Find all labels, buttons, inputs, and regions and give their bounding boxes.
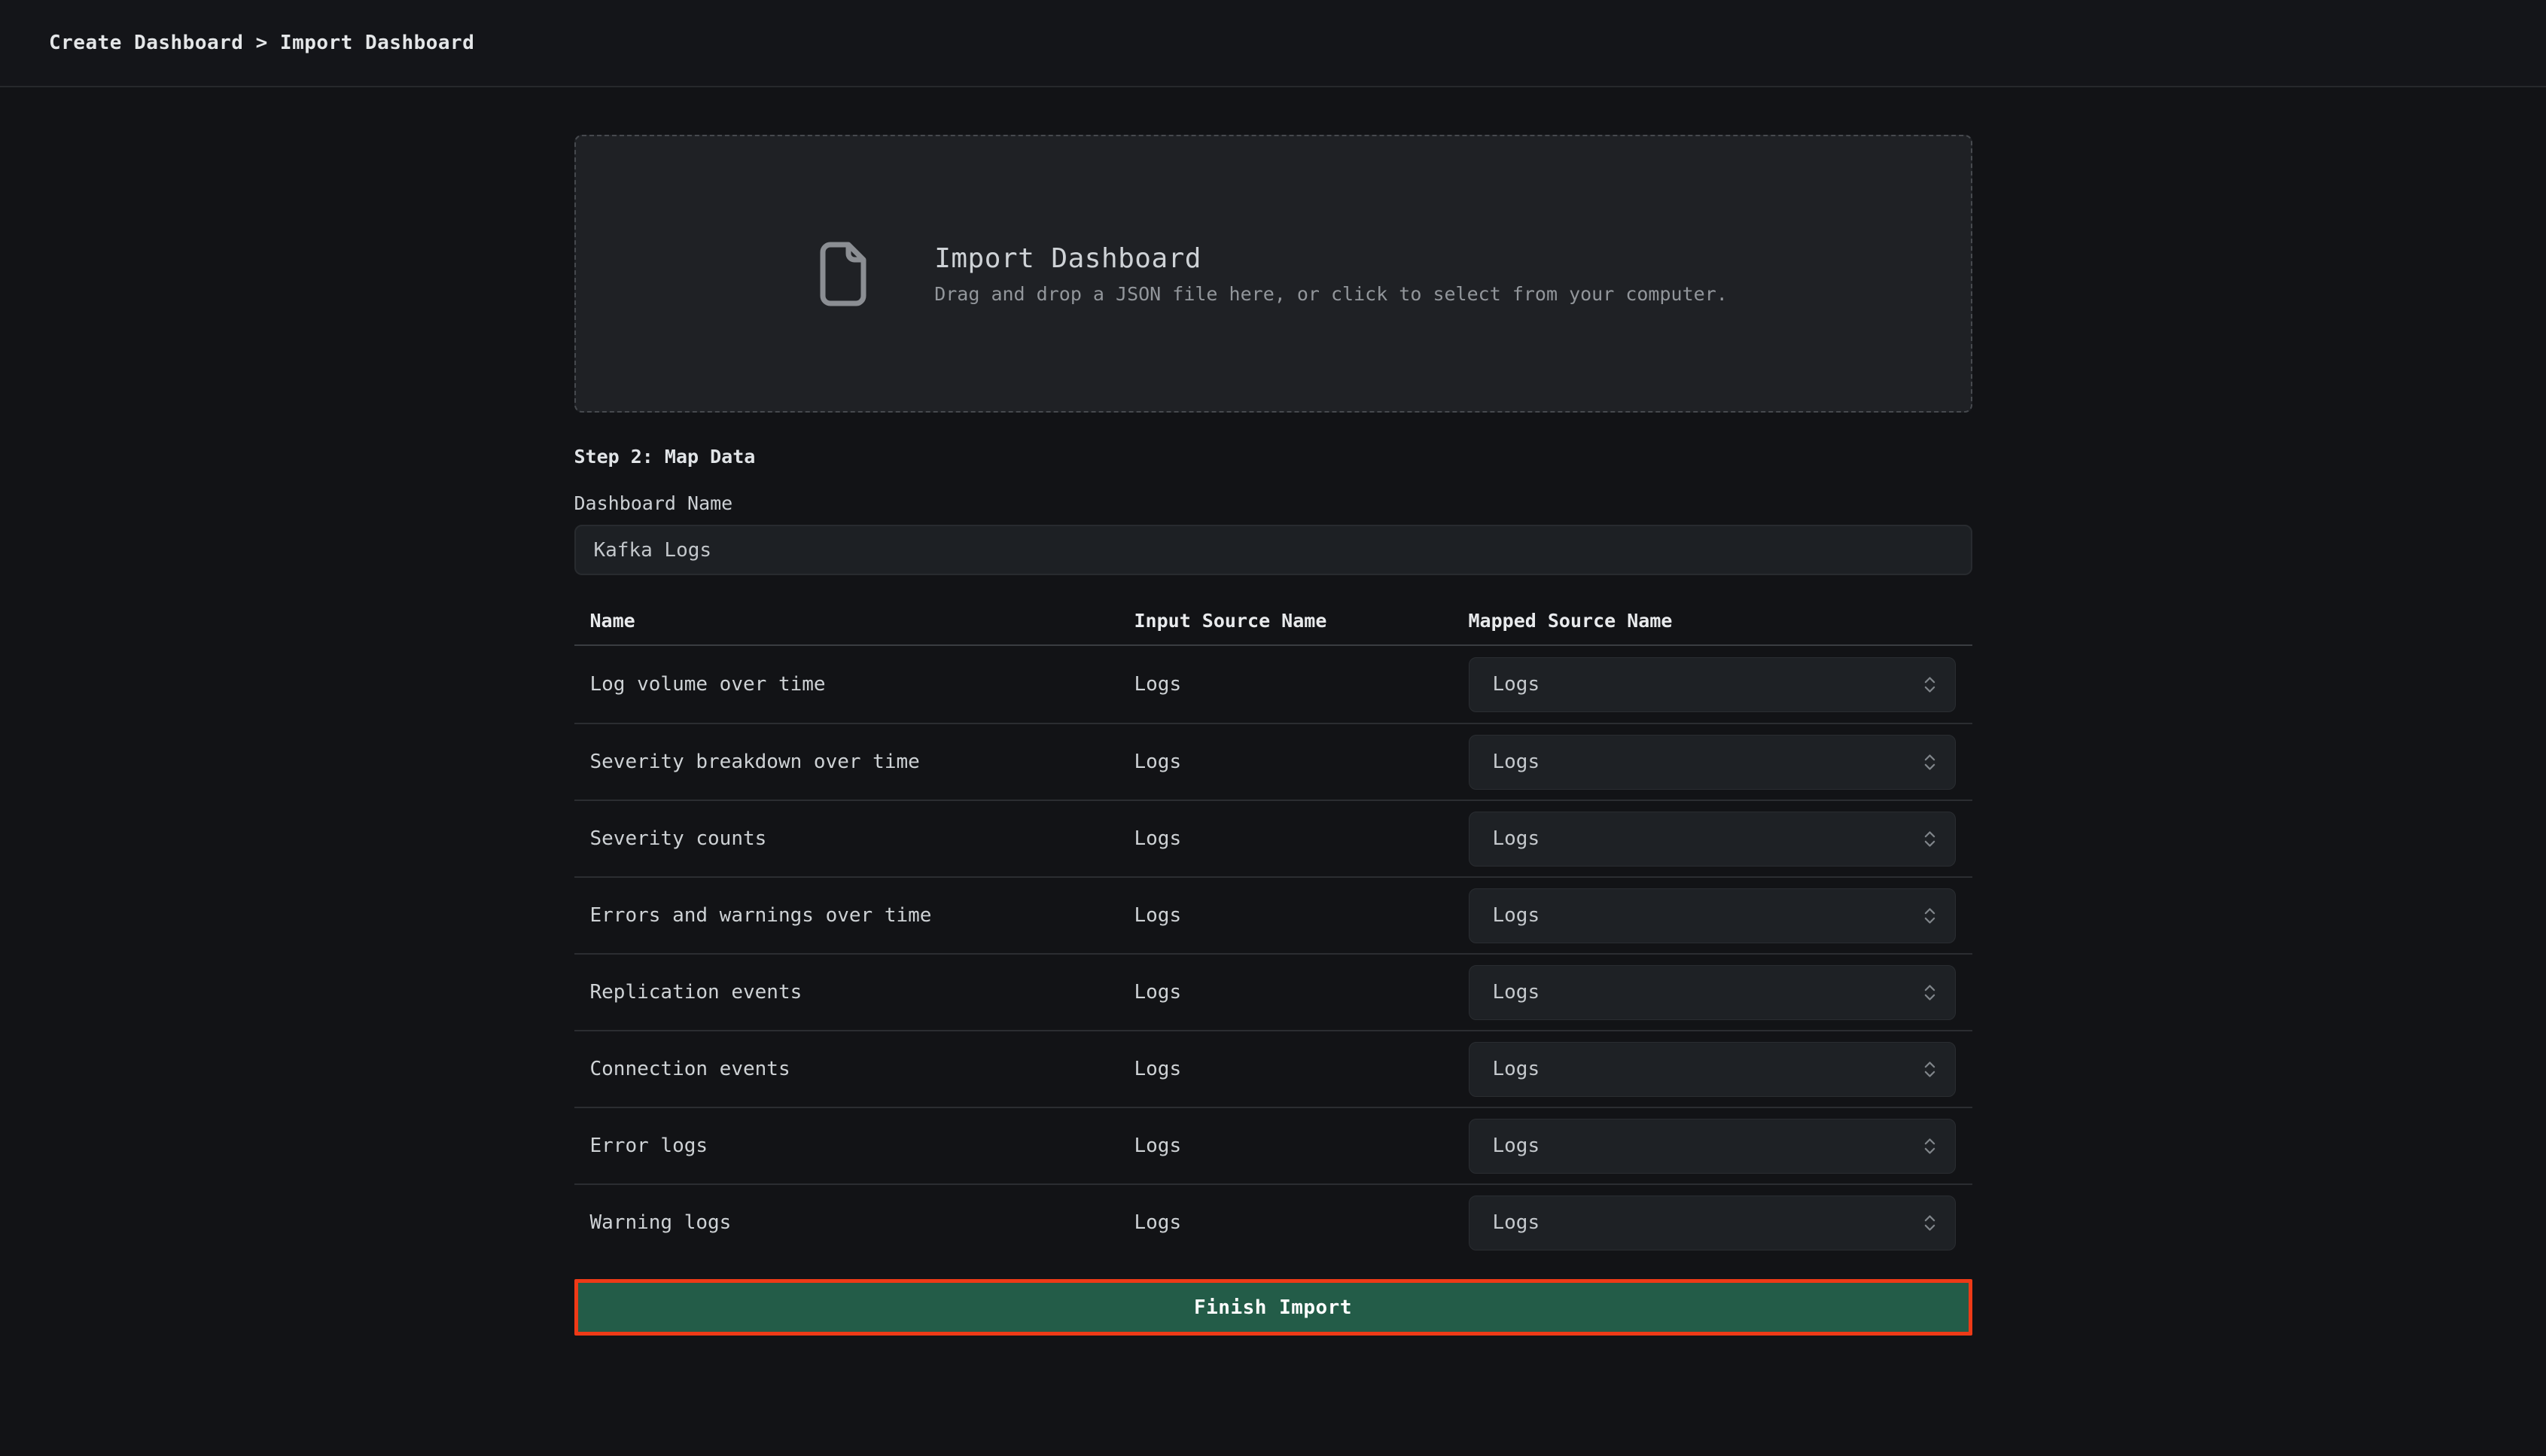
file-icon [818, 242, 868, 306]
row-name: Severity counts [574, 827, 1134, 850]
select-value: Logs [1493, 1135, 1540, 1157]
column-header-name: Name [574, 610, 1134, 632]
step-heading: Step 2: Map Data [574, 446, 1972, 468]
mapped-source-select[interactable]: Logs [1469, 1196, 1956, 1250]
import-dashboard-page: Import Dashboard Drag and drop a JSON fi… [574, 135, 1972, 1336]
top-bar: Create Dashboard > Import Dashboard [0, 0, 2546, 87]
row-input-source: Logs [1134, 1058, 1469, 1080]
dropzone-title: Import Dashboard [934, 243, 1728, 274]
dropzone-subtitle: Drag and drop a JSON file here, or click… [934, 283, 1728, 305]
table-row: Severity counts Logs Logs [574, 800, 1972, 876]
row-input-source: Logs [1134, 904, 1469, 927]
mapped-source-select[interactable]: Logs [1469, 812, 1956, 867]
chevrons-up-down-icon [1920, 906, 1940, 926]
dropzone-text: Import Dashboard Drag and drop a JSON fi… [934, 243, 1728, 305]
select-value: Logs [1493, 1058, 1540, 1080]
table-header-row: Name Input Source Name Mapped Source Nam… [574, 575, 1972, 646]
row-input-source: Logs [1134, 673, 1469, 696]
row-name: Log volume over time [574, 673, 1134, 696]
select-value: Logs [1493, 1211, 1540, 1234]
chevrons-up-down-icon [1920, 675, 1940, 695]
select-value: Logs [1493, 751, 1540, 773]
mapped-source-select[interactable]: Logs [1469, 735, 1956, 790]
row-name: Severity breakdown over time [574, 751, 1134, 773]
table-row: Warning logs Logs Logs [574, 1183, 1972, 1260]
chevrons-up-down-icon [1920, 1059, 1940, 1080]
row-input-source: Logs [1134, 1135, 1469, 1157]
row-input-source: Logs [1134, 981, 1469, 1004]
row-input-source: Logs [1134, 1211, 1469, 1234]
select-value: Logs [1493, 673, 1540, 696]
row-name: Warning logs [574, 1211, 1134, 1234]
chevrons-up-down-icon [1920, 982, 1940, 1003]
mapped-source-select[interactable]: Logs [1469, 657, 1956, 712]
select-value: Logs [1493, 981, 1540, 1004]
row-name: Connection events [574, 1058, 1134, 1080]
column-header-input-source: Input Source Name [1134, 610, 1469, 632]
mapped-source-select[interactable]: Logs [1469, 1119, 1956, 1174]
column-header-mapped-source: Mapped Source Name [1469, 610, 1972, 632]
dashboard-name-label: Dashboard Name [574, 492, 1972, 514]
row-input-source: Logs [1134, 751, 1469, 773]
row-input-source: Logs [1134, 827, 1469, 850]
table-row: Replication events Logs Logs [574, 953, 1972, 1030]
table-row: Log volume over time Logs Logs [574, 646, 1972, 723]
table-row: Severity breakdown over time Logs Logs [574, 723, 1972, 800]
mapped-source-select[interactable]: Logs [1469, 1042, 1956, 1097]
chevrons-up-down-icon [1920, 1213, 1940, 1233]
row-name: Replication events [574, 981, 1134, 1004]
mapped-source-select[interactable]: Logs [1469, 888, 1956, 943]
select-value: Logs [1493, 827, 1540, 850]
dashboard-name-input[interactable] [574, 525, 1972, 575]
table-row: Error logs Logs Logs [574, 1107, 1972, 1183]
select-value: Logs [1493, 904, 1540, 927]
file-dropzone[interactable]: Import Dashboard Drag and drop a JSON fi… [574, 135, 1972, 413]
table-row: Errors and warnings over time Logs Logs [574, 876, 1972, 953]
breadcrumb[interactable]: Create Dashboard > Import Dashboard [49, 32, 474, 54]
table-row: Connection events Logs Logs [574, 1030, 1972, 1107]
chevrons-up-down-icon [1920, 829, 1940, 849]
row-name: Error logs [574, 1135, 1134, 1157]
chevrons-up-down-icon [1920, 752, 1940, 772]
chevrons-up-down-icon [1920, 1136, 1940, 1156]
finish-import-button[interactable]: Finish Import [574, 1279, 1972, 1336]
mapping-table: Name Input Source Name Mapped Source Nam… [574, 575, 1972, 1260]
row-name: Errors and warnings over time [574, 904, 1134, 927]
mapped-source-select[interactable]: Logs [1469, 965, 1956, 1020]
